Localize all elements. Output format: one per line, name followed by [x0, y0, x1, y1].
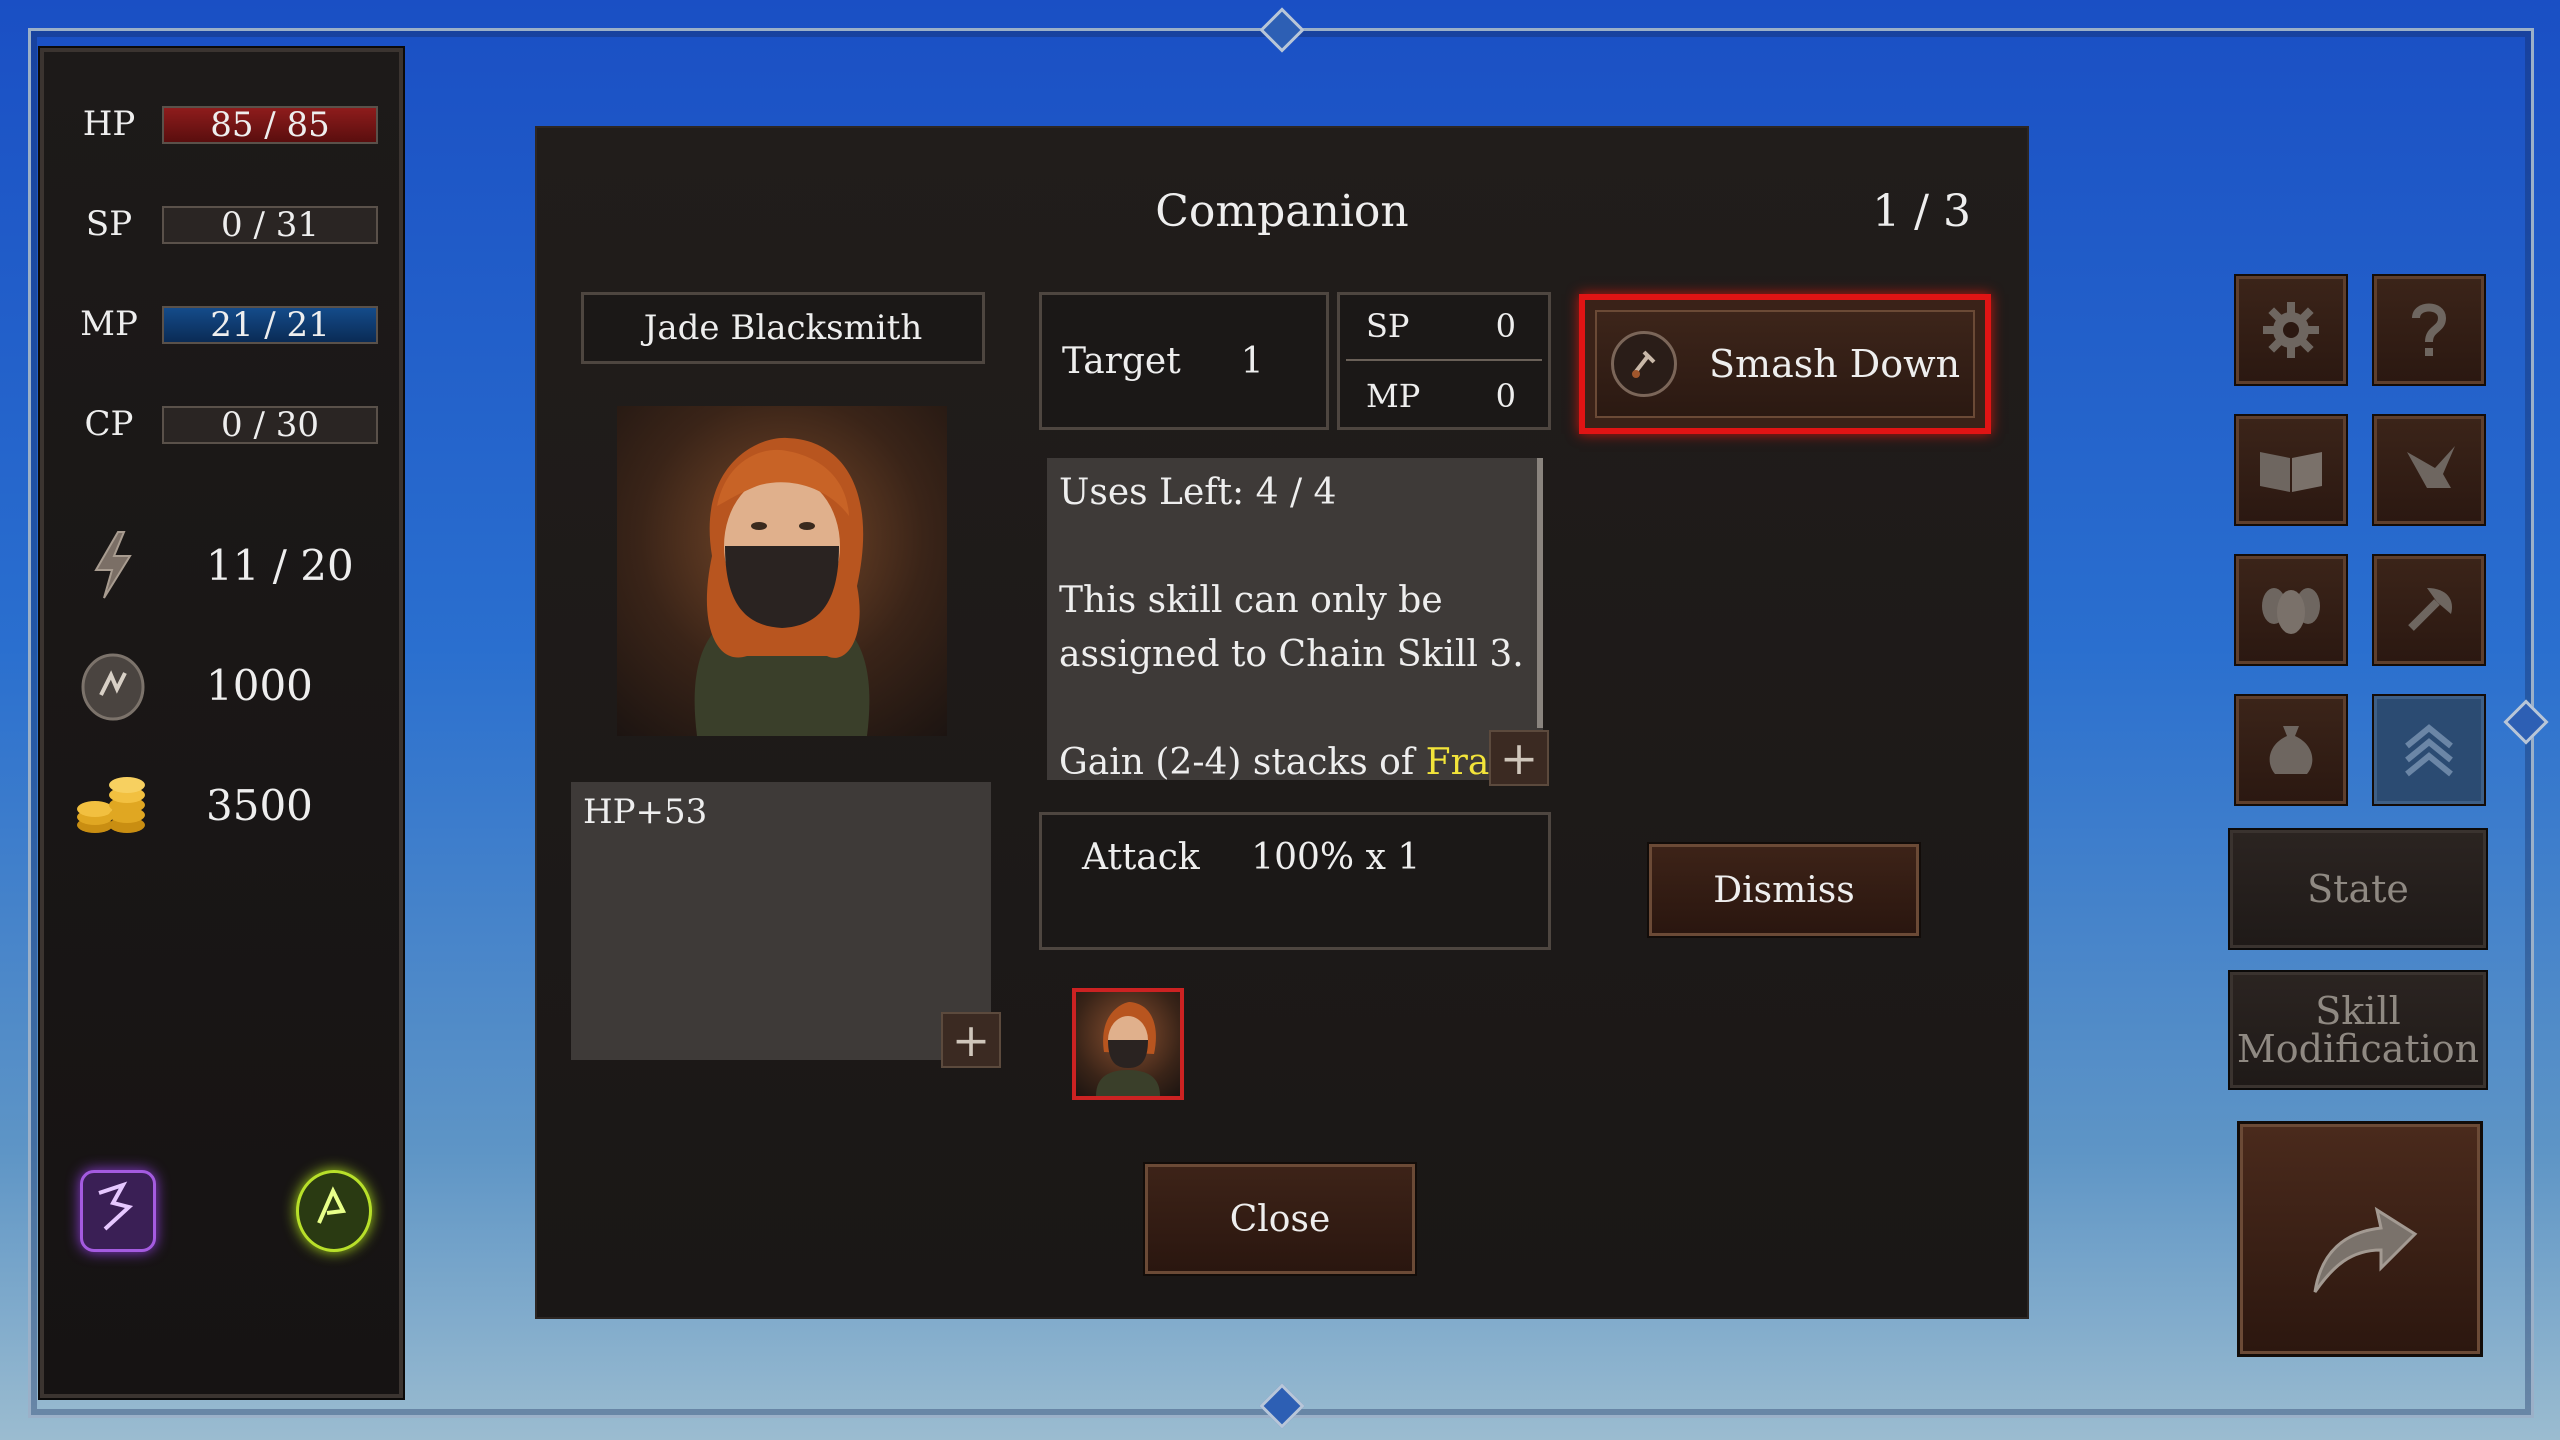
purple-rune-icon[interactable] [80, 1170, 156, 1252]
sp-cost: SP 0 [1366, 307, 1516, 345]
target-label: Target [1062, 340, 1181, 382]
book-icon [2260, 452, 2322, 492]
mp-cost-label: MP [1366, 377, 1421, 415]
sp-cost-value: 0 [1495, 307, 1516, 345]
stat-mp: MP [74, 294, 144, 354]
mp-cost-value: 0 [1495, 377, 1516, 415]
attack-value: 100% x 1 [1251, 837, 1421, 878]
page-indicator: 1 / 3 [1872, 186, 1971, 237]
hammer-skill-icon [1611, 331, 1677, 397]
next-turn-button[interactable] [2240, 1124, 2480, 1354]
energy-value: 11 / 20 [206, 540, 354, 590]
rune-stone-icon [68, 640, 158, 730]
skill-description: Uses Left: 4 / 4 This skill can only be … [1047, 458, 1543, 783]
settings-button[interactable] [2236, 276, 2346, 384]
green-rune-icon[interactable] [296, 1170, 372, 1252]
party-button[interactable] [2236, 556, 2346, 664]
resource-energy: 11 / 20 [68, 520, 354, 610]
attack-label: Attack [1082, 837, 1200, 878]
rank-button[interactable] [2374, 696, 2484, 804]
uses-left: Uses Left: 4 / 4 [1059, 472, 1337, 513]
sp-bar: 0 / 31 [162, 205, 378, 245]
sp-cost-label: SP [1366, 307, 1410, 345]
party-icon [2262, 588, 2320, 634]
rune-value: 1000 [206, 660, 313, 710]
description-scrollbar[interactable] [1537, 458, 1543, 728]
companion-portrait [617, 406, 947, 736]
stat-hp: HP [74, 94, 144, 154]
frame-ornament-right [2503, 699, 2549, 745]
skill-smash-down-button[interactable]: Smash Down [1579, 294, 1991, 434]
skill-name: Smash Down [1709, 342, 1961, 386]
frame-ornament-top [1259, 7, 1305, 53]
target-info: Target 1 [1039, 292, 1329, 430]
dismiss-button[interactable]: Dismiss [1649, 844, 1919, 936]
companion-name: Jade Blacksmith [581, 292, 985, 364]
resource-rune: 1000 [68, 640, 313, 730]
inventory-button[interactable] [2236, 696, 2346, 804]
skill-mod-line: Modification [2236, 1027, 2480, 1071]
state-button[interactable]: State [2230, 830, 2486, 948]
rank-chevrons-icon [2405, 724, 2453, 777]
companion-panel: Companion 1 / 3 Jade Blacksmith HP+53 + … [535, 126, 2029, 1319]
panel-title: Companion [1155, 186, 1409, 237]
skill-cost: SP 0 MP 0 [1337, 292, 1551, 430]
attack-info: Attack 100% x 1 [1039, 812, 1551, 950]
resource-gold: 3500 [68, 760, 313, 850]
lightning-icon [68, 520, 158, 610]
stat-cp: CP [74, 394, 144, 454]
companion-bonus: HP+53 [571, 782, 991, 1060]
crafting-button[interactable] [2374, 556, 2484, 664]
skill-modification-button[interactable]: Skill Modification [2230, 972, 2486, 1088]
cost-divider [1346, 359, 1542, 361]
desc-line: assigned to Chain Skill 3. [1059, 634, 1524, 675]
mp-bar: 21 / 21 [162, 305, 378, 345]
gold-value: 3500 [206, 780, 313, 830]
hp-bar: 85 / 85 [162, 105, 378, 145]
help-button[interactable] [2374, 276, 2484, 384]
stat-sp: SP [74, 194, 144, 254]
frame-ornament-bottom [1259, 1383, 1305, 1429]
cp-bar: 0 / 30 [162, 405, 378, 445]
gold-coins-icon [68, 760, 158, 850]
description-expand-button[interactable]: + [1489, 730, 1549, 786]
quill-scroll-icon [2407, 446, 2455, 488]
skill-mod-line: Skill [2315, 989, 2401, 1033]
target-value: 1 [1240, 340, 1264, 382]
desc-line: Gain (2-4) stacks of Frail [1059, 736, 1531, 790]
companion-slot[interactable] [1072, 988, 1184, 1100]
stat-label: HP [82, 104, 136, 144]
question-icon [2412, 303, 2447, 356]
quest-button[interactable] [2374, 416, 2484, 524]
journal-button[interactable] [2236, 416, 2346, 524]
stat-label: CP [84, 404, 134, 444]
desc-line: This skill can only be [1059, 580, 1443, 621]
bag-icon [2269, 726, 2313, 774]
stat-label: MP [80, 304, 138, 344]
curved-arrow-icon [2313, 1206, 2418, 1293]
skill-button-face: Smash Down [1595, 310, 1975, 418]
axe-icon [2408, 588, 2452, 631]
stat-label: SP [85, 204, 133, 244]
desc-text: Gain (2-4) stacks of [1059, 742, 1415, 783]
gear-icon [2263, 302, 2319, 358]
bonus-expand-button[interactable]: + [941, 1012, 1001, 1068]
mp-cost: MP 0 [1366, 377, 1516, 415]
stats-sidebar: HP 85 / 85 SP 0 / 31 MP 21 / 21 CP 0 / 3… [40, 48, 403, 1398]
close-button[interactable]: Close [1145, 1164, 1415, 1274]
